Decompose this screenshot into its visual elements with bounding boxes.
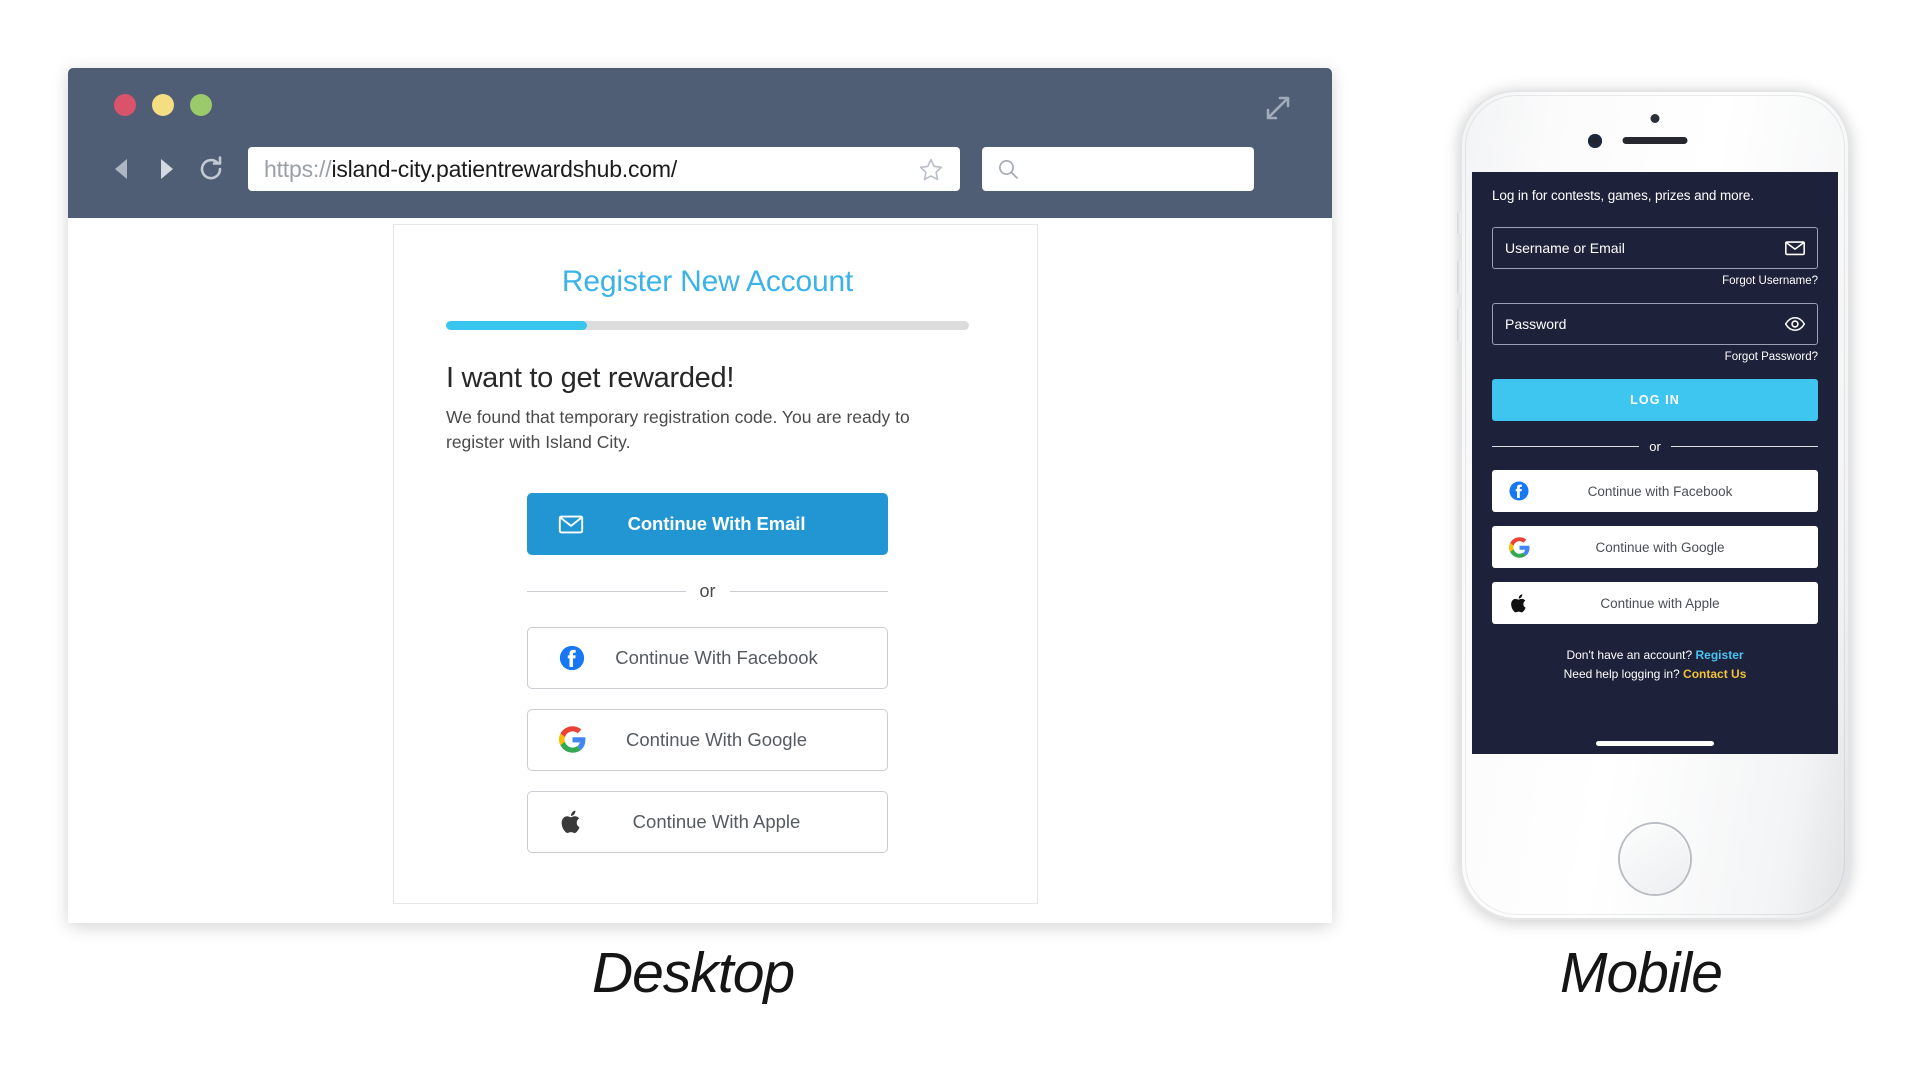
forgot-password-link[interactable]: Forgot Password? bbox=[1492, 351, 1818, 363]
phone-home-button[interactable] bbox=[1620, 824, 1690, 894]
mobile-footer: Don't have an account? Register Need hel… bbox=[1492, 646, 1818, 683]
phone-front-camera-icon bbox=[1588, 134, 1602, 148]
page-root: https://island-city.patientrewardshub.co… bbox=[0, 0, 1920, 1080]
envelope-icon bbox=[556, 509, 586, 539]
help-prompt-row: Need help logging in? Contact Us bbox=[1492, 665, 1818, 684]
phone-earpiece-speaker bbox=[1622, 137, 1688, 144]
browser-chrome: https://island-city.patientrewardshub.co… bbox=[68, 68, 1332, 218]
star-bookmark-icon[interactable] bbox=[918, 157, 944, 183]
mobile-continue-with-apple-button[interactable]: Continue with Apple bbox=[1492, 582, 1818, 624]
browser-viewport: Register New Account I want to get rewar… bbox=[68, 218, 1332, 923]
divider-line-left bbox=[1492, 446, 1640, 447]
divider-label: or bbox=[699, 580, 716, 601]
browser-search-box[interactable] bbox=[982, 147, 1254, 191]
phone-proximity-sensor-icon bbox=[1650, 114, 1660, 123]
minimize-button[interactable] bbox=[152, 94, 174, 116]
registration-progress-fill bbox=[446, 321, 588, 330]
help-prompt-text: Need help logging in? bbox=[1563, 666, 1680, 681]
url-host: island-city.patientrewardshub.com/ bbox=[331, 155, 678, 182]
phone-screen: Log in for contests, games, prizes and m… bbox=[1472, 172, 1838, 754]
forward-arrow-icon[interactable] bbox=[150, 154, 180, 184]
mobile-home-indicator bbox=[1596, 741, 1714, 746]
facebook-icon bbox=[557, 643, 587, 673]
divider-line-right bbox=[729, 590, 889, 592]
mobile-facebook-label: Continue with Facebook bbox=[1587, 483, 1733, 499]
phone-mute-switch[interactable] bbox=[1457, 212, 1461, 234]
registration-progress-bar bbox=[446, 321, 969, 330]
facebook-icon bbox=[1508, 480, 1530, 502]
mobile-caption: Mobile bbox=[1560, 941, 1723, 1005]
password-input[interactable]: Password bbox=[1492, 303, 1818, 345]
reload-icon[interactable] bbox=[196, 154, 226, 184]
forgot-username-link[interactable]: Forgot Username? bbox=[1492, 275, 1818, 287]
mobile-tagline: Log in for contests, games, prizes and m… bbox=[1492, 188, 1754, 203]
registration-card: Register New Account I want to get rewar… bbox=[393, 224, 1038, 904]
back-arrow-icon[interactable] bbox=[108, 154, 138, 184]
google-icon bbox=[1508, 536, 1530, 558]
eye-icon[interactable] bbox=[1784, 313, 1806, 335]
registration-heading: I want to get rewarded! bbox=[446, 362, 735, 394]
username-placeholder: Username or Email bbox=[1505, 240, 1625, 256]
mobile-phone-mockup: Log in for contests, games, prizes and m… bbox=[1457, 90, 1850, 920]
mobile-continue-with-google-button[interactable]: Continue with Google bbox=[1492, 526, 1818, 568]
continue-with-facebook-button[interactable]: Continue With Facebook bbox=[527, 626, 888, 689]
google-icon bbox=[557, 725, 587, 755]
url-bar[interactable]: https://island-city.patientrewardshub.co… bbox=[248, 147, 960, 191]
mobile-login-screen: Log in for contests, games, prizes and m… bbox=[1472, 172, 1838, 683]
mobile-continue-with-facebook-button[interactable]: Continue with Facebook bbox=[1492, 470, 1818, 512]
mobile-apple-label: Continue with Apple bbox=[1600, 595, 1720, 611]
registration-subtext: We found that temporary registration cod… bbox=[446, 407, 910, 452]
phone-volume-down-button[interactable] bbox=[1457, 308, 1461, 342]
window-controls bbox=[114, 94, 212, 116]
url-scheme: https:// bbox=[264, 155, 332, 182]
contact-us-link[interactable]: Contact Us bbox=[1683, 667, 1746, 681]
apple-icon bbox=[557, 807, 587, 837]
phone-volume-up-button[interactable] bbox=[1457, 260, 1461, 294]
or-divider: or bbox=[527, 580, 889, 602]
username-input[interactable]: Username or Email bbox=[1492, 227, 1818, 269]
auth-button-group: Continue With Email or Continue With Fac… bbox=[446, 492, 969, 873]
divider-line-right bbox=[1670, 446, 1818, 447]
search-icon bbox=[996, 157, 1020, 181]
login-button[interactable]: LOG IN bbox=[1492, 379, 1818, 421]
apple-icon bbox=[1508, 592, 1530, 614]
password-placeholder: Password bbox=[1505, 316, 1567, 332]
desktop-browser-mockup: https://island-city.patientrewardshub.co… bbox=[68, 68, 1332, 923]
register-prompt-row: Don't have an account? Register bbox=[1492, 646, 1818, 665]
divider-label: or bbox=[1649, 439, 1661, 454]
close-button[interactable] bbox=[114, 94, 136, 116]
envelope-icon bbox=[1784, 237, 1806, 259]
desktop-caption: Desktop bbox=[592, 941, 795, 1005]
mobile-or-divider: or bbox=[1492, 439, 1818, 454]
continue-with-apple-button[interactable]: Continue With Apple bbox=[527, 790, 888, 853]
register-link[interactable]: Register bbox=[1696, 648, 1744, 662]
continue-with-google-button[interactable]: Continue With Google bbox=[527, 708, 888, 771]
divider-line-left bbox=[527, 590, 686, 592]
mobile-google-label: Continue with Google bbox=[1595, 539, 1725, 555]
maximize-button[interactable] bbox=[190, 94, 212, 116]
page-title: Register New Account bbox=[561, 265, 854, 298]
continue-with-email-button[interactable]: Continue With Email bbox=[527, 492, 888, 555]
url-text: https://island-city.patientrewardshub.co… bbox=[264, 156, 677, 183]
browser-nav-row: https://island-city.patientrewardshub.co… bbox=[68, 138, 1332, 200]
expand-arrows-icon[interactable] bbox=[1264, 94, 1292, 122]
register-prompt-text: Don't have an account? bbox=[1566, 648, 1693, 662]
